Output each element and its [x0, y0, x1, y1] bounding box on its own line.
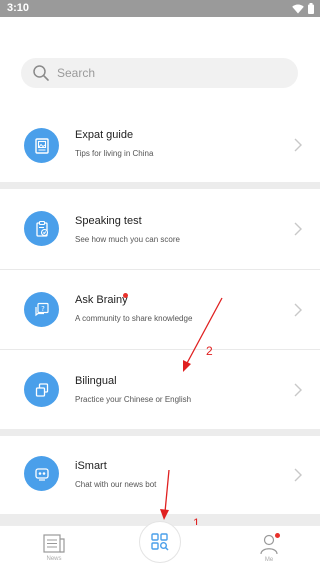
- tab-me[interactable]: Me: [239, 526, 299, 569]
- annotation-arrows: [160, 297, 223, 520]
- tab-me-label: Me: [264, 557, 274, 563]
- tab-discover[interactable]: [139, 521, 181, 563]
- annotation-label-2: 2: [206, 344, 213, 358]
- newspaper-icon: [43, 534, 65, 553]
- annotation-arrow-1: [160, 469, 170, 520]
- notification-badge: [275, 533, 280, 538]
- annotation-arrow-2: [183, 297, 223, 372]
- tab-news-label: News: [46, 556, 62, 562]
- tab-news[interactable]: News: [24, 526, 84, 569]
- grid-search-icon: [151, 533, 169, 551]
